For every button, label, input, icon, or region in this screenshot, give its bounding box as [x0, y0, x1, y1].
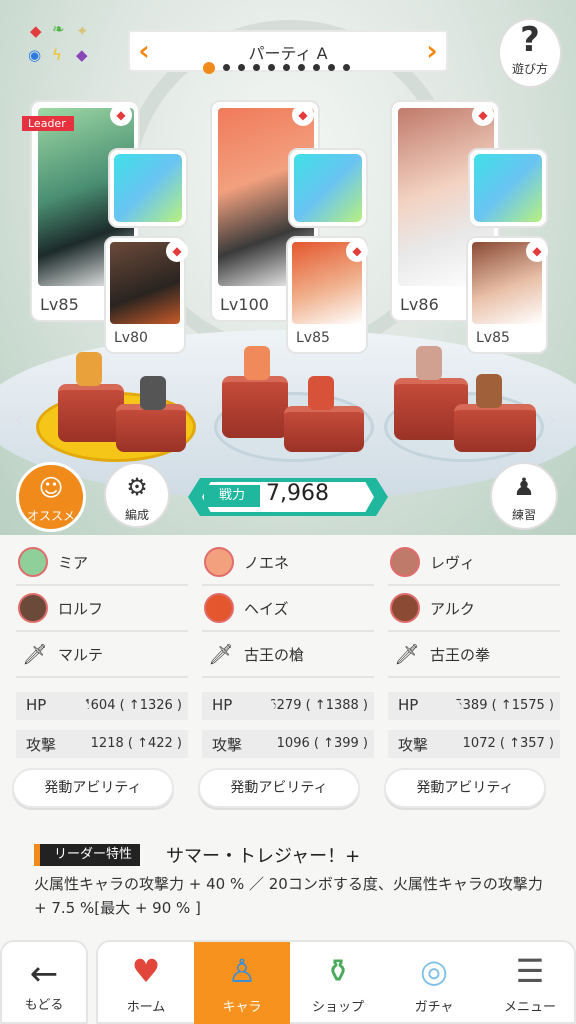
character-icon: ♙ — [227, 952, 257, 990]
weapon-row[interactable]: 🗡 古王の槍 — [202, 632, 374, 678]
formation-button[interactable]: ⚙ 編成 — [104, 462, 170, 528]
character-sprite — [244, 346, 270, 380]
ability-button[interactable]: 発動アビリティ — [198, 768, 360, 808]
attribute-filter-icon[interactable]: ◆ ❧ ✦ ◉ ϟ ◆ — [22, 22, 102, 72]
recommend-button[interactable]: ☺ オススメ — [16, 462, 86, 532]
practice-button[interactable]: ♟ 練習 — [490, 462, 558, 530]
avatar — [390, 547, 420, 577]
party-slot-2-details: ノエネ ヘイズ 🗡 古王の槍 HP 6279 ( ↑1388 ) 攻撃 1096… — [198, 540, 374, 808]
fire-element-icon: ◆ — [110, 104, 132, 126]
sword-icon: 🗡 — [22, 642, 48, 666]
party-next-button[interactable]: › — [422, 35, 442, 67]
fire-element-icon: ◆ — [526, 240, 548, 262]
avatar — [204, 593, 234, 623]
character-pedestal-1 — [30, 352, 200, 472]
character-pedestal-3 — [378, 346, 548, 472]
tab-shop[interactable]: ⚱ ショップ — [290, 942, 386, 1024]
attack-stat: 攻撃 1072 ( ↑357 ) — [388, 730, 560, 758]
party-page-indicator[interactable] — [203, 60, 403, 76]
back-button[interactable]: ← もどる — [0, 940, 88, 1024]
spear-icon — [114, 154, 182, 222]
party-power-badge: 戦力 7,968 — [188, 478, 388, 516]
recommend-icon: ☺ — [38, 474, 64, 502]
sub-character-row[interactable]: アルク — [388, 586, 560, 632]
main-character-row[interactable]: ミア — [16, 540, 188, 586]
fire-element-icon: ◆ — [472, 104, 494, 126]
party-power-value: 7,968 — [266, 481, 329, 506]
weapon-row[interactable]: 🗡 マルテ — [16, 632, 188, 678]
formation-gear-icon: ⚙ — [126, 473, 148, 501]
leader-skill-tag: リーダー特性 — [34, 844, 141, 866]
training-dummy-icon: ♟ — [513, 473, 535, 501]
stage-right-arrow-icon: › — [548, 408, 557, 433]
main-tabs: ♥ ホーム ♙ キャラ ⚱ ショップ ◎ ガチャ ☰ メニュー — [96, 940, 576, 1024]
avatar — [204, 547, 234, 577]
tab-character[interactable]: ♙ キャラ — [194, 942, 290, 1024]
party-slot-3-details: レヴィ アルク 🗡 古王の拳 HP 5389 ( ↑1575 ) 攻撃 1072… — [384, 540, 560, 808]
help-button[interactable]: ? 遊び方 — [498, 18, 562, 88]
character-sprite — [476, 374, 502, 408]
ability-button[interactable]: 発動アビリティ — [384, 768, 546, 808]
fire-element-icon: ◆ — [166, 240, 188, 262]
question-icon: ? — [520, 20, 540, 60]
gacha-icon: ◎ — [420, 952, 448, 990]
hp-stat: HP 5389 ( ↑1575 ) — [388, 692, 560, 720]
shop-icon: ⚱ — [324, 952, 352, 990]
character-sprite — [308, 376, 334, 410]
stage-left-arrow-icon: ‹ — [14, 408, 23, 433]
main-character-row[interactable]: レヴィ — [388, 540, 560, 586]
weapon-slot-1[interactable] — [108, 148, 188, 228]
tab-home[interactable]: ♥ ホーム — [98, 942, 194, 1024]
weapon-slot-2[interactable] — [288, 148, 368, 228]
menu-icon: ☰ — [515, 952, 545, 990]
party-stage: ◆ ❧ ✦ ◉ ϟ ◆ ‹ パーティ A › ? 遊び方 Lv85 Leader… — [0, 0, 576, 535]
sub-character-row[interactable]: ヘイズ — [202, 586, 374, 632]
character-pedestal-2 — [208, 346, 378, 472]
leader-badge: Leader — [22, 116, 74, 131]
tab-gacha[interactable]: ◎ ガチャ — [386, 942, 482, 1024]
main-character-row[interactable]: ノエネ — [202, 540, 374, 586]
back-arrow-icon: ← — [29, 954, 59, 994]
character-sprite — [76, 352, 102, 386]
sword-icon: 🗡 — [208, 642, 234, 666]
home-icon: ♥ — [131, 952, 161, 990]
sword-icon: 🗡 — [394, 642, 420, 666]
party-slot-1-details: ミア ロルフ 🗡 マルテ HP 4604 ( ↑1326 ) 攻撃 1218 (… — [12, 540, 188, 808]
fire-element-icon: ◆ — [292, 104, 314, 126]
party-prev-button[interactable]: ‹ — [134, 35, 154, 67]
hp-stat: HP 4604 ( ↑1326 ) — [16, 692, 188, 720]
axe-icon — [294, 154, 362, 222]
sub-character-row[interactable]: ロルフ — [16, 586, 188, 632]
bottom-navigation: ← もどる ♥ ホーム ♙ キャラ ⚱ ショップ ◎ ガチャ ☰ メニュー — [0, 940, 576, 1024]
avatar — [18, 593, 48, 623]
leader-skill-description: 火属性キャラの攻撃力 + 40 % ／ 20コンボする度、火属性キャラの攻撃力 … — [34, 875, 543, 917]
hp-stat: HP 6279 ( ↑1388 ) — [202, 692, 374, 720]
character-sprite — [140, 376, 166, 410]
fire-element-icon: ◆ — [346, 240, 368, 262]
gauntlet-icon — [474, 154, 542, 222]
avatar — [18, 547, 48, 577]
ability-button[interactable]: 発動アビリティ — [12, 768, 174, 808]
attack-stat: 攻撃 1218 ( ↑422 ) — [16, 730, 188, 758]
attack-stat: 攻撃 1096 ( ↑399 ) — [202, 730, 374, 758]
weapon-slot-3[interactable] — [468, 148, 548, 228]
weapon-row[interactable]: 🗡 古王の拳 — [388, 632, 560, 678]
tab-menu[interactable]: ☰ メニュー — [482, 942, 576, 1024]
character-sprite — [416, 346, 442, 380]
avatar — [390, 593, 420, 623]
leader-skill-name: サマー・トレジャー！+ — [166, 846, 361, 867]
